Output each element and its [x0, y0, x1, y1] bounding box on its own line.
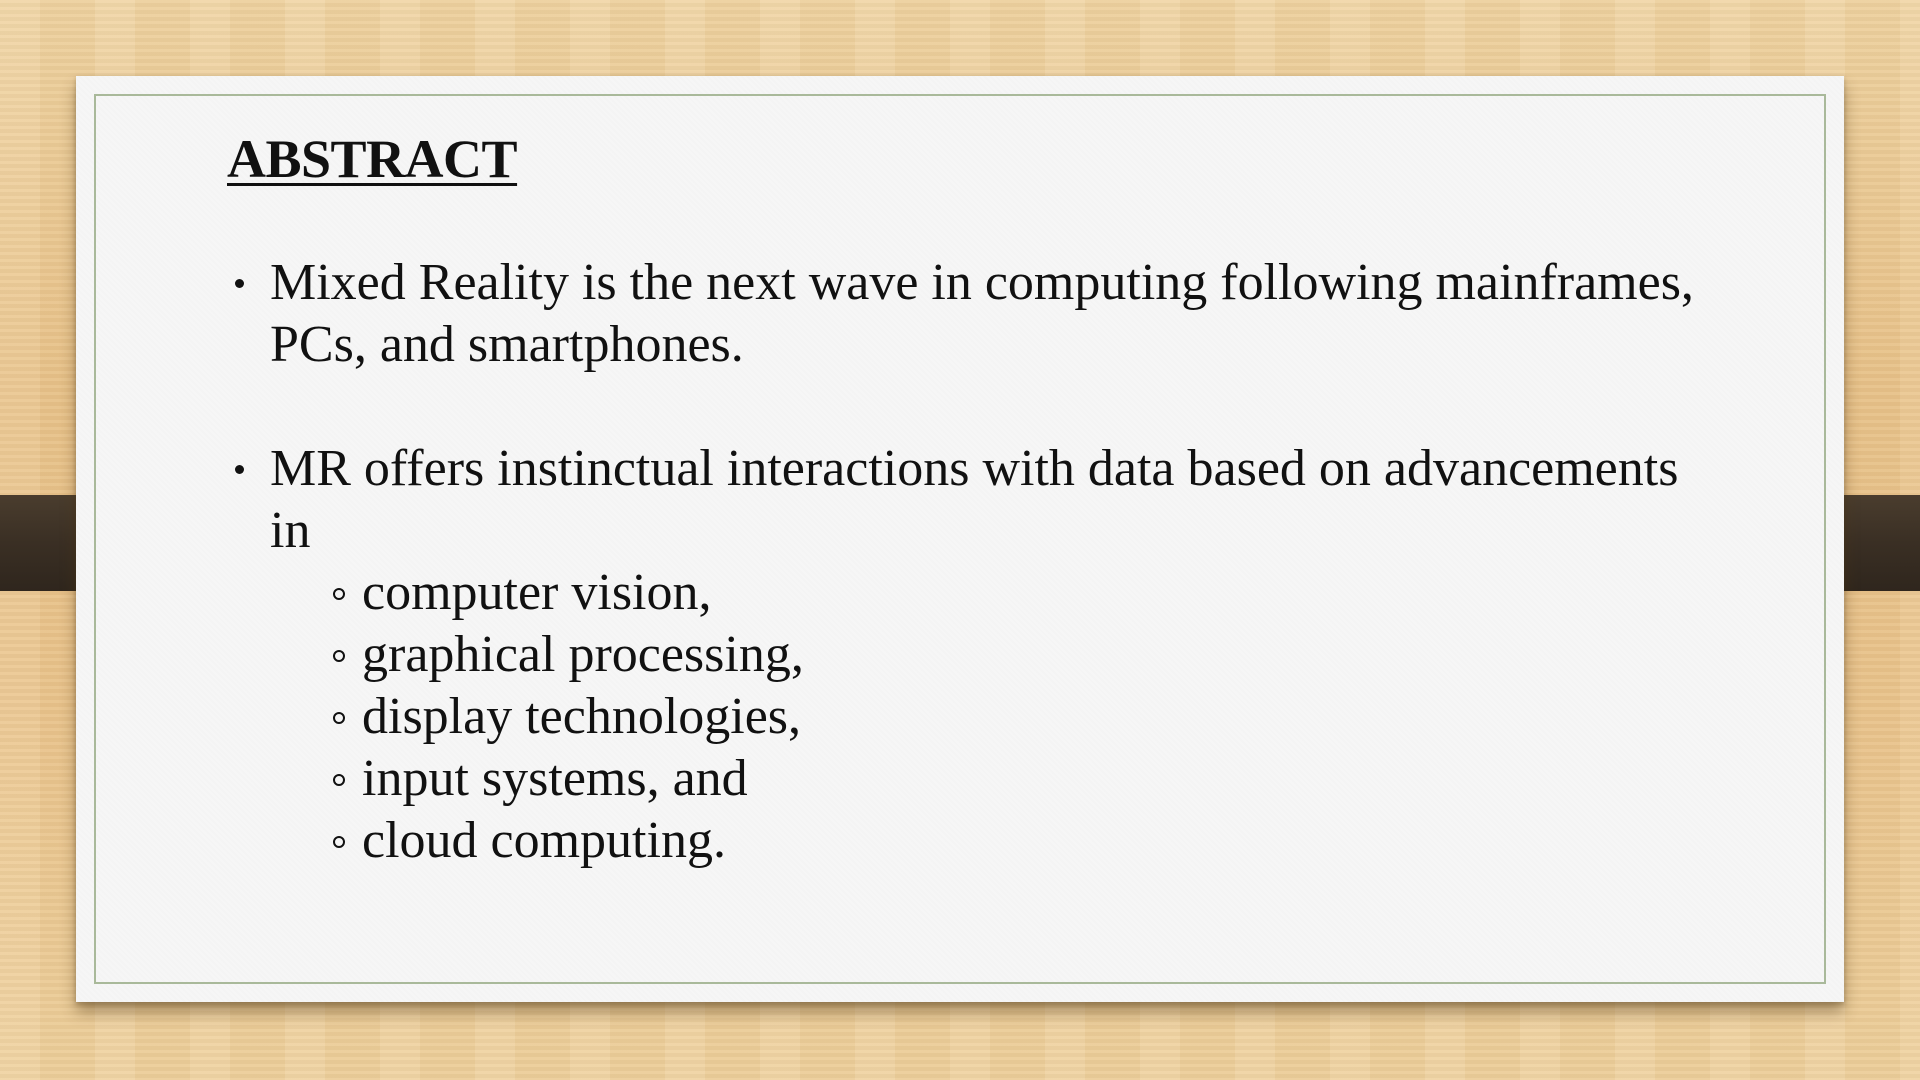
bullet-dot-icon [235, 279, 244, 288]
sub-bullet-text: cloud computing. [362, 812, 726, 869]
sub-bullet-text: display technologies, [362, 688, 802, 745]
sub-bullet-text: input systems, and [362, 750, 748, 807]
hollow-circle-icon [333, 774, 345, 786]
hollow-circle-icon [333, 588, 345, 600]
sub-bullet-text: graphical processing, [362, 626, 804, 683]
sub-bullet-item: display technologies, [227, 686, 1727, 748]
sub-bullet-item: input systems, and [227, 748, 1727, 810]
hollow-circle-icon [333, 836, 345, 848]
sub-bullet-list: computer vision, graphical processing, d… [227, 562, 1727, 872]
sub-bullet-text: computer vision, [362, 564, 712, 621]
slide-card: ABSTRACT Mixed Reality is the next wave … [76, 76, 1844, 1002]
bullet-item: MR offers instinctual interactions with … [227, 438, 1727, 562]
hollow-circle-icon [333, 650, 345, 662]
sub-bullet-item: graphical processing, [227, 624, 1727, 686]
bullet-text: Mixed Reality is the next wave in comput… [270, 254, 1694, 373]
slide-title: ABSTRACT [227, 129, 518, 189]
sub-bullet-item: cloud computing. [227, 810, 1727, 872]
slide-content: Mixed Reality is the next wave in comput… [227, 252, 1727, 872]
bullet-item: Mixed Reality is the next wave in comput… [227, 252, 1727, 376]
bullet-text: MR offers instinctual interactions with … [270, 440, 1679, 559]
hollow-circle-icon [333, 712, 345, 724]
bullet-dot-icon [235, 465, 244, 474]
sub-bullet-item: computer vision, [227, 562, 1727, 624]
